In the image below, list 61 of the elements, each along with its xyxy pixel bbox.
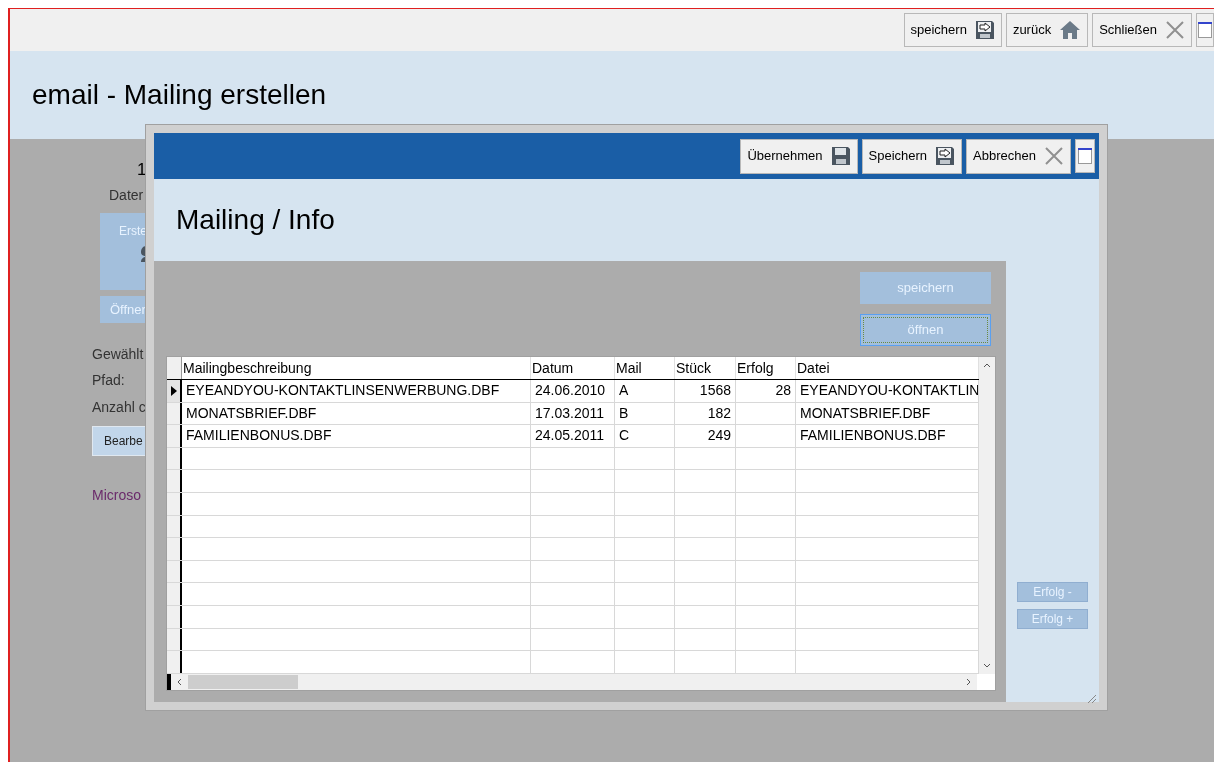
row-header[interactable]: [167, 628, 182, 651]
chevron-up-icon: [983, 363, 991, 368]
row-header[interactable]: [167, 515, 182, 538]
row-header[interactable]: [167, 538, 182, 560]
table-cell: 24.06.2010: [531, 380, 615, 402]
table-cell: 28: [736, 380, 796, 402]
row-header[interactable]: [167, 492, 182, 515]
column-header[interactable]: Stück: [675, 357, 736, 379]
chevron-down-icon: [983, 662, 991, 668]
row-header[interactable]: [167, 402, 182, 425]
table-cell: 17.03.2011: [531, 402, 615, 425]
form-label: Gewählt: [92, 345, 144, 364]
row-header[interactable]: [167, 447, 182, 470]
current-row-icon: [170, 385, 177, 396]
row-header[interactable]: [167, 583, 182, 605]
table-cell: EYEANDYOU-KONTAKTLINSENWERBUNG.DBF: [182, 380, 531, 402]
toolbar-button[interactable]: Übernehmen: [740, 138, 858, 174]
row-header[interactable]: [167, 651, 182, 673]
toolbar-button[interactable]: Schließen: [1092, 13, 1192, 47]
chevron-right-icon: [966, 677, 971, 686]
number-label: 1: [137, 159, 147, 181]
table-cell: MONATSBRIEF.DBF: [182, 402, 531, 425]
window-button[interactable]: [1075, 139, 1095, 173]
resize-grip-icon[interactable]: [1085, 692, 1097, 704]
table-cell: 182: [675, 402, 736, 425]
house-icon: [1059, 20, 1082, 40]
column-header[interactable]: Datum: [531, 357, 615, 379]
edit-button[interactable]: Bearbe: [92, 426, 146, 456]
window-button[interactable]: [1196, 13, 1214, 47]
row-header[interactable]: [167, 425, 182, 447]
toolbar-button[interactable]: Speichern: [861, 138, 963, 174]
column-header[interactable]: Erfolg: [736, 357, 796, 379]
table-cell: 249: [675, 425, 736, 447]
table-cell: FAMILIENBONUS.DBF: [182, 425, 531, 447]
scrollbar-thumb[interactable]: [188, 674, 298, 689]
row-header[interactable]: [167, 470, 182, 492]
row-header[interactable]: [167, 605, 182, 628]
table-cell: B: [615, 402, 675, 425]
window-title: email - Mailing erstellen: [32, 78, 327, 112]
row-header[interactable]: [167, 380, 182, 402]
form-label: Pfad:: [92, 371, 125, 390]
window-icon: [1198, 22, 1212, 38]
row-header[interactable]: [167, 560, 182, 583]
table-cell: C: [615, 425, 675, 447]
chevron-left-icon: [177, 677, 182, 686]
toolbar-button[interactable]: zurück: [1005, 13, 1089, 47]
close-icon: [1044, 146, 1064, 166]
toolbar-button[interactable]: speichern: [903, 13, 1002, 47]
column-header[interactable]: Mail: [615, 357, 675, 379]
table-cell: 24.05.2011: [531, 425, 615, 447]
table-cell: 1568: [675, 380, 736, 402]
toolbar-button[interactable]: Abbrechen: [966, 138, 1071, 174]
window-icon: [1078, 148, 1092, 164]
vertical-scrollbar[interactable]: [979, 357, 995, 674]
form-label: Dater: [109, 186, 144, 205]
table-cell: A: [615, 380, 675, 402]
link-text[interactable]: Microso: [92, 485, 141, 506]
close-icon: [1165, 20, 1185, 40]
form-label: Anzahl c: [92, 398, 146, 417]
column-header[interactable]: Mailingbeschreibung: [182, 357, 531, 379]
dialog-title: Mailing / Info: [176, 203, 335, 237]
